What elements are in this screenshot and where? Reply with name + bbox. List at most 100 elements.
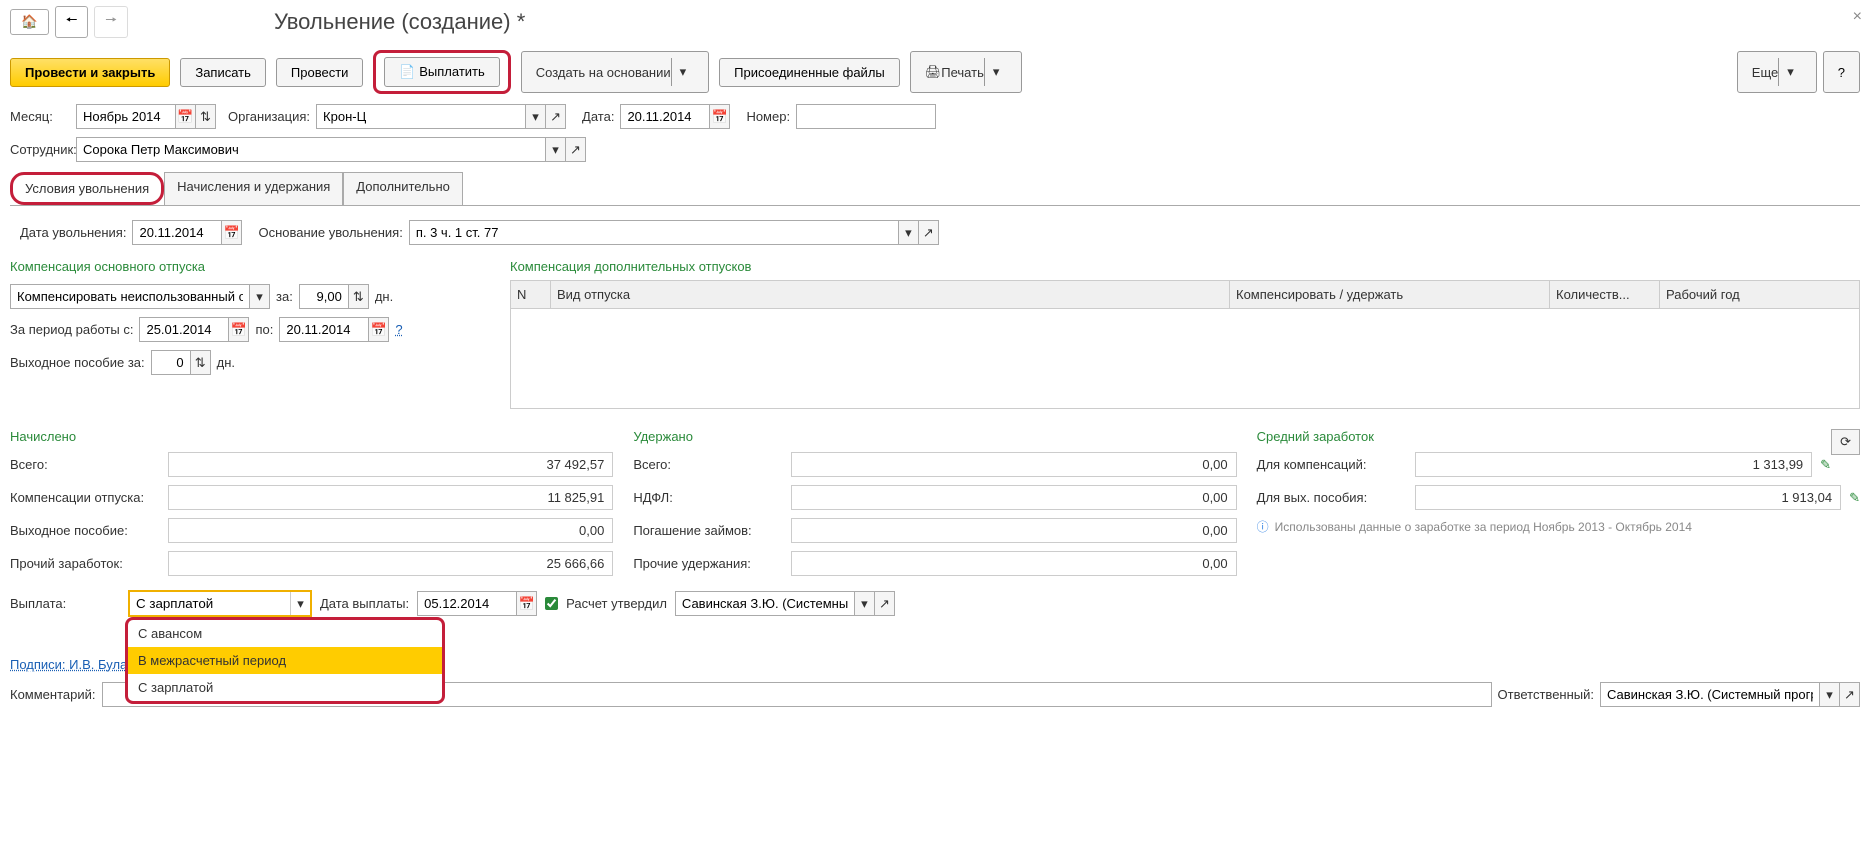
- refresh-button[interactable]: ⟳: [1831, 429, 1860, 455]
- open-icon[interactable]: ↗: [875, 591, 895, 616]
- comp-type-input[interactable]: [10, 284, 250, 309]
- number-input[interactable]: [796, 104, 936, 129]
- chevron-down-icon[interactable]: ▾: [1820, 682, 1840, 707]
- back-button[interactable]: 🠔: [55, 6, 89, 38]
- forward-button[interactable]: 🠖: [94, 6, 128, 38]
- for-label: за:: [276, 289, 293, 304]
- comp-add-title: Компенсация дополнительных отпусков: [510, 259, 1860, 274]
- severance-unit: дн.: [217, 355, 235, 370]
- pay-button[interactable]: 📄 Выплатить: [384, 57, 499, 87]
- comp-main-title: Компенсация основного отпуска: [10, 259, 490, 274]
- signatures-link[interactable]: Подписи: И.В. Булат: [10, 657, 133, 672]
- stepper-icon[interactable]: ⇅: [191, 350, 211, 375]
- chevron-down-icon[interactable]: ▾: [984, 58, 1008, 86]
- other-val: 25 666,66: [168, 551, 613, 576]
- add-vacation-table: N Вид отпуска Компенсировать / удержать …: [510, 280, 1860, 309]
- post-close-button[interactable]: Провести и закрыть: [10, 58, 170, 87]
- approved-checkbox[interactable]: [545, 597, 558, 610]
- comp-label: Компенсации отпуска:: [10, 490, 160, 505]
- chevron-down-icon[interactable]: ▾: [546, 137, 566, 162]
- chevron-down-icon[interactable]: ▾: [1778, 58, 1802, 86]
- stepper-icon[interactable]: ⇅: [349, 284, 369, 309]
- responsible-label: Ответственный:: [1498, 687, 1594, 702]
- period-help[interactable]: ?: [395, 322, 402, 337]
- dismissal-date-input[interactable]: [132, 220, 222, 245]
- home-button[interactable]: 🏠: [10, 9, 49, 35]
- create-based-button[interactable]: Создать на основании ▾: [521, 51, 709, 93]
- header-row2: Сотрудник: ▾ ↗: [0, 133, 1870, 166]
- period-from-input[interactable]: [139, 317, 229, 342]
- org-input[interactable]: [316, 104, 526, 129]
- to-label: по:: [255, 322, 273, 337]
- dismissal-date-label: Дата увольнения:: [20, 225, 126, 240]
- chevron-down-icon[interactable]: ▾: [250, 284, 270, 309]
- calendar-icon[interactable]: 📅: [517, 591, 537, 616]
- open-icon[interactable]: ↗: [919, 220, 939, 245]
- dropdown-item-interperiod[interactable]: В межрасчетный период: [128, 647, 442, 674]
- toolbar: Провести и закрыть Записать Провести 📄 В…: [0, 44, 1870, 100]
- print-button[interactable]: 🖨 Печать ▾: [910, 51, 1023, 93]
- comp-val: 11 825,91: [168, 485, 613, 510]
- avg-comp-label: Для компенсаций:: [1257, 457, 1407, 472]
- calendar-icon[interactable]: 📅: [176, 104, 196, 129]
- total-label: Всего:: [10, 457, 160, 472]
- days-unit: дн.: [375, 289, 393, 304]
- payout-date-label: Дата выплаты:: [320, 596, 409, 611]
- col-n: N: [511, 281, 551, 309]
- payout-combo[interactable]: ▾: [128, 590, 312, 617]
- calendar-icon[interactable]: 📅: [222, 220, 242, 245]
- tab-conditions[interactable]: Условия увольнения: [10, 172, 164, 205]
- tab-accruals[interactable]: Начисления и удержания: [164, 172, 343, 205]
- approver-input[interactable]: [675, 591, 855, 616]
- period-to-input[interactable]: [279, 317, 369, 342]
- sev-label: Выходное пособие:: [10, 523, 160, 538]
- chevron-down-icon[interactable]: ▾: [526, 104, 546, 129]
- col-type: Вид отпуска: [551, 281, 1230, 309]
- employee-input[interactable]: [76, 137, 546, 162]
- stepper-icon[interactable]: ⇅: [196, 104, 216, 129]
- edit-icon[interactable]: ✎: [1849, 490, 1860, 506]
- tabs: Условия увольнения Начисления и удержани…: [10, 172, 1860, 205]
- close-icon[interactable]: ×: [1853, 8, 1862, 26]
- approved-label: Расчет утвердил: [566, 596, 667, 611]
- page-title: Увольнение (создание) *: [274, 9, 525, 35]
- calendar-icon[interactable]: 📅: [710, 104, 730, 129]
- dropdown-item-advance[interactable]: С авансом: [128, 620, 442, 647]
- date-input[interactable]: [620, 104, 710, 129]
- payout-input[interactable]: [130, 592, 290, 615]
- more-button[interactable]: Еще ▾: [1737, 51, 1817, 93]
- date-label: Дата:: [582, 109, 614, 124]
- open-icon[interactable]: ↗: [546, 104, 566, 129]
- comment-label: Комментарий:: [10, 687, 96, 702]
- month-input[interactable]: [76, 104, 176, 129]
- chevron-down-icon[interactable]: ▾: [855, 591, 875, 616]
- open-icon[interactable]: ↗: [566, 137, 586, 162]
- period-label: За период работы с:: [10, 322, 133, 337]
- open-icon[interactable]: ↗: [1840, 682, 1860, 707]
- info-icon: ⓘ: [1257, 518, 1269, 535]
- save-button[interactable]: Записать: [180, 58, 266, 87]
- calendar-icon[interactable]: 📅: [229, 317, 249, 342]
- add-vacation-body[interactable]: [510, 309, 1860, 409]
- attached-files-button[interactable]: Присоединенные файлы: [719, 58, 900, 87]
- help-button[interactable]: ?: [1823, 51, 1860, 93]
- reason-input[interactable]: [409, 220, 899, 245]
- payout-date-input[interactable]: [417, 591, 517, 616]
- top-nav: 🏠 🠔 🠖 Увольнение (создание) *: [0, 0, 1870, 44]
- pay-button-highlight: 📄 Выплатить: [373, 50, 510, 94]
- calendar-icon[interactable]: 📅: [369, 317, 389, 342]
- month-label: Месяц:: [10, 109, 70, 124]
- chevron-down-icon[interactable]: ▾: [290, 592, 310, 615]
- chevron-down-icon[interactable]: ▾: [899, 220, 919, 245]
- avg-comp-val: 1 313,99: [1415, 452, 1813, 477]
- severance-input[interactable]: [151, 350, 191, 375]
- days-input[interactable]: [299, 284, 349, 309]
- chevron-down-icon[interactable]: ▾: [671, 58, 695, 86]
- dropdown-item-salary[interactable]: С зарплатой: [128, 674, 442, 701]
- number-label: Номер:: [746, 109, 790, 124]
- responsible-input[interactable]: [1600, 682, 1820, 707]
- col-qty: Количеств...: [1550, 281, 1660, 309]
- edit-icon[interactable]: ✎: [1820, 457, 1831, 473]
- post-button[interactable]: Провести: [276, 58, 364, 87]
- tab-additional[interactable]: Дополнительно: [343, 172, 463, 205]
